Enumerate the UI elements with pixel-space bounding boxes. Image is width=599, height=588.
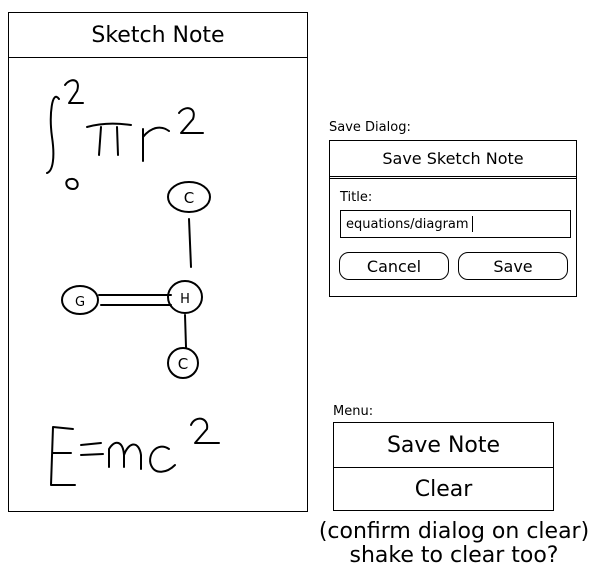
atom-bottom-label: C (178, 355, 188, 373)
integral-sign (46, 95, 60, 174)
menu-item-save-note[interactable]: Save Note (334, 423, 553, 467)
integral-upper-limit (64, 79, 84, 104)
title-field-label: Title: (340, 190, 373, 205)
integral-lower-limit (65, 177, 79, 190)
drawing-canvas[interactable]: C H G C (9, 57, 307, 511)
atom-left-label: G (75, 295, 85, 310)
atom-center-label: H (180, 292, 190, 307)
bond-bottom (184, 314, 187, 348)
m-letter (108, 441, 142, 470)
save-dialog-caption: Save Dialog: (329, 120, 411, 135)
equals-sign (80, 442, 104, 456)
save-dialog: Save Sketch Note Title: equations/diagra… (329, 140, 577, 297)
exponent-two-emc (190, 417, 220, 444)
menu-item-clear[interactable]: Clear (334, 467, 553, 511)
exponent-two (178, 107, 204, 134)
clear-note: (confirm dialog on clear) (318, 519, 590, 544)
menu-caption: Menu: (333, 404, 374, 419)
e-letter (50, 426, 76, 486)
title-input[interactable]: equations/diagram (340, 210, 571, 238)
screen-title: Sketch Note (9, 13, 307, 58)
sketch-drawing: C H G C (46, 79, 220, 486)
pi-symbol (86, 122, 132, 156)
shake-note: shake to clear too? (349, 543, 559, 568)
bond-top (188, 218, 192, 268)
options-menu: Save Note Clear (333, 422, 554, 511)
atom-top-label: C (184, 189, 194, 207)
r-letter (142, 126, 170, 162)
c-letter (149, 445, 176, 473)
save-button[interactable]: Save (458, 252, 568, 280)
cancel-button[interactable]: Cancel (339, 252, 449, 280)
title-input-value: equations/diagram (346, 216, 469, 232)
save-dialog-title: Save Sketch Note (330, 141, 576, 179)
sketch-note-screen: Sketch Note C H G C (8, 12, 308, 512)
text-cursor (471, 216, 473, 232)
